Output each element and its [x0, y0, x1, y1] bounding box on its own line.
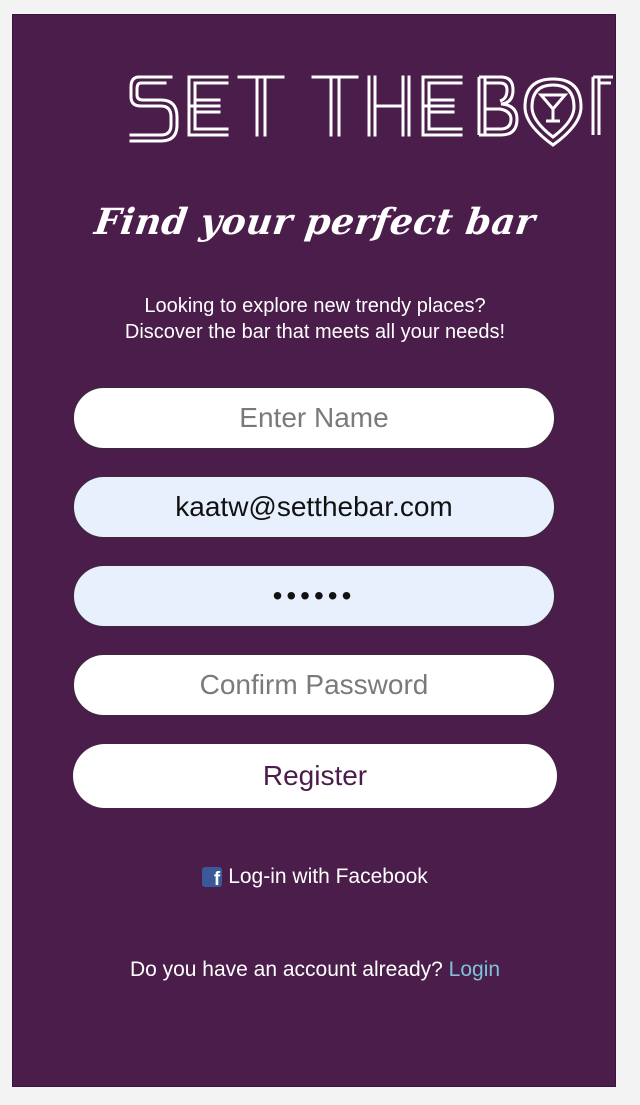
login-link[interactable]: Login [449, 958, 500, 981]
subtitle: Looking to explore new trendy places? Di… [13, 293, 617, 345]
subtitle-line-1: Looking to explore new trendy places? [144, 295, 486, 317]
facebook-login-link[interactable]: f Log-in with Facebook [13, 865, 617, 889]
confirm-password-input[interactable] [73, 654, 555, 716]
subtitle-line-2: Discover the bar that meets all your nee… [124, 321, 506, 343]
register-card: Find your perfect bar Looking to explore… [12, 14, 616, 1087]
account-text: Do you have an account already? [129, 958, 443, 981]
account-prompt: Do you have an account already? Login [13, 958, 617, 982]
set-the-bar-logo [129, 75, 613, 147]
email-input[interactable] [73, 476, 555, 538]
tagline: Find your perfect bar [91, 201, 539, 243]
register-button[interactable]: Register [73, 744, 557, 808]
facebook-icon: f [202, 867, 223, 887]
password-input[interactable] [73, 565, 555, 627]
name-input[interactable] [73, 387, 555, 449]
facebook-login-label: Log-in with Facebook [228, 865, 428, 888]
